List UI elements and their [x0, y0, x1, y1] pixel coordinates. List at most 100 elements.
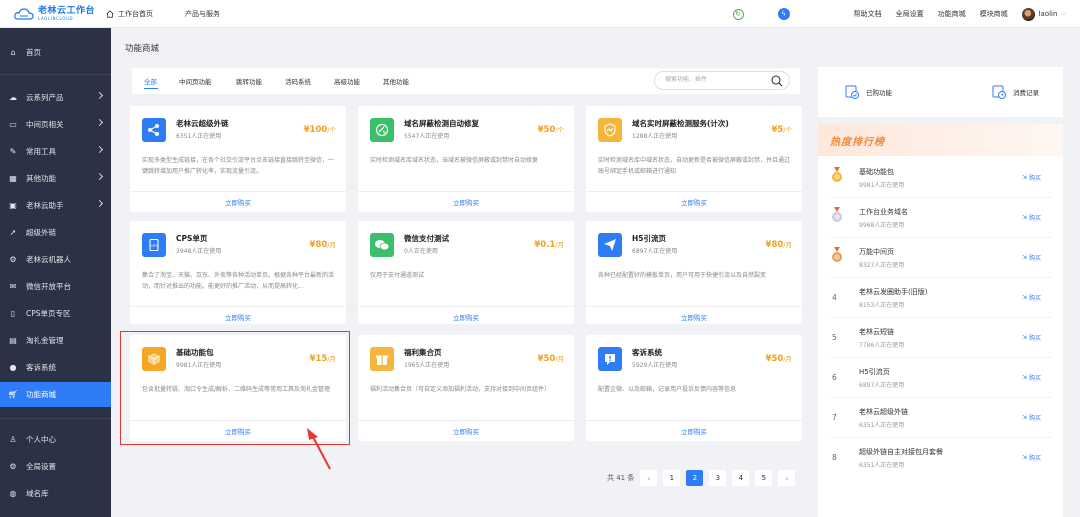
- global-settings-link[interactable]: 全局设置: [896, 9, 924, 19]
- top-nav: 工作台首页 产品与服务: [98, 9, 228, 19]
- buy-now-button[interactable]: 立即购买: [130, 312, 346, 322]
- chevron-left-icon[interactable]: ‹: [640, 470, 658, 486]
- product-card-super-link[interactable]: 老林云超级外链 6351人正在使用 ¥100/个 实现多类型生成链接，在各个社交…: [130, 106, 346, 212]
- lightning-icon[interactable]: ϟ: [777, 8, 790, 20]
- rank-row[interactable]: 5 老林云短链 7786人正在使用 ⇲ 购买: [818, 318, 1063, 358]
- tab-jump[interactable]: 跳转功能: [236, 76, 262, 86]
- page-button[interactable]: 3: [709, 470, 727, 486]
- search-icon[interactable]: [771, 75, 783, 87]
- buy-now-button[interactable]: 立即购买: [358, 312, 574, 322]
- module-mall-link[interactable]: 模块商城: [980, 9, 1008, 19]
- consumption-records-link[interactable]: 消费记录: [991, 84, 1039, 100]
- product-card-h5-page[interactable]: H5引流页 6897人正在使用 ¥80/月 各种已经配置好的模板单页，用户可用于…: [586, 221, 802, 324]
- search-input[interactable]: [665, 76, 765, 83]
- rank-row[interactable]: 7 老林云超级外链 6351人正在使用 ⇲ 购买: [818, 398, 1063, 438]
- account-shortcuts: 已购功能 消费记录: [818, 67, 1063, 117]
- card-title: 微信支付测试: [404, 234, 449, 243]
- rank-buy-button[interactable]: ⇲ 购买: [1022, 333, 1041, 342]
- sidebar-item-tools[interactable]: ✎ 常用工具: [0, 139, 111, 164]
- product-card-wechat-pay[interactable]: 微信支付测试 0人正在使用 ¥0.1/月 仅用于支付通道测试 立即购买: [358, 221, 574, 324]
- repair-icon: [370, 118, 394, 142]
- tab-other[interactable]: 其他功能: [383, 76, 409, 86]
- rank-buy-button[interactable]: ⇲ 购买: [1022, 373, 1041, 382]
- help-docs-link[interactable]: 帮助文档: [854, 9, 882, 19]
- card-price: ¥5/个: [771, 125, 792, 135]
- chevron-right-icon: [95, 172, 104, 181]
- sidebar-item-robot[interactable]: ⚙ 老林云机器人: [0, 247, 111, 272]
- product-card-domain-detect[interactable]: 域名实时屏蔽检测服务(计次) 1288人正在使用 ¥5/个 实时检测域名库中域名…: [586, 106, 802, 212]
- product-card-complaint[interactable]: 客诉系统 5929人正在使用 ¥50/月 配置企微、以及邮箱，记录用户投诉反馈内…: [586, 335, 802, 441]
- sidebar-item-label: 首页: [26, 48, 41, 57]
- rank-row[interactable]: 6 H5引流页 6897人正在使用 ⇲ 购买: [818, 358, 1063, 398]
- product-card-welfare-page[interactable]: 福利集合页 1965人正在使用 ¥50/月 福利活动集合页（可自定义添加福利活动…: [358, 335, 574, 441]
- card-description: 仅用于支付通道测试: [370, 272, 425, 279]
- share-icon: [142, 118, 166, 142]
- sidebar-item-home[interactable]: ⌂ 首页: [0, 40, 111, 65]
- bronze-medal-icon: [832, 247, 842, 262]
- sidebar-item-complaint[interactable]: ● 客诉系统: [0, 355, 111, 380]
- card-price: ¥80/月: [765, 240, 792, 250]
- sidebar-item-settings[interactable]: ⚙ 全局设置: [0, 454, 111, 479]
- sidebar-divider: [0, 74, 111, 75]
- product-card-domain-repair[interactable]: 域名屏蔽检测自动修复 5547人正在使用 ¥50/个 实时检测域名库域名状态，当…: [358, 106, 574, 212]
- refresh-icon[interactable]: ↻: [732, 8, 744, 20]
- card-description: 实时检测域名库中域名状态，自动更新是否被微信屏蔽或封禁，并且通过账号绑定手机或邮…: [598, 157, 791, 175]
- product-card-cps[interactable]: CPS CPS单页 3948人正在使用 ¥80/月 集合了淘宝、天猫、京东、外卖…: [130, 221, 346, 324]
- sidebar-item-middle-page[interactable]: ▭ 中间页相关: [0, 112, 111, 137]
- function-mall-link[interactable]: 功能商城: [938, 9, 966, 19]
- sidebar-item-cps[interactable]: ▯ CPS单页专区: [0, 301, 111, 326]
- sidebar-item-label: 中间页相关: [26, 120, 64, 129]
- buy-now-button[interactable]: 立即购买: [358, 426, 574, 436]
- sidebar-item-super-link[interactable]: ➚ 超级外链: [0, 220, 111, 245]
- tab-live-code[interactable]: 活码系统: [285, 76, 311, 86]
- page-title: 功能商城: [125, 44, 160, 54]
- nav-products[interactable]: 产品与服务: [177, 9, 228, 19]
- tab-middle-page[interactable]: 中间页功能: [179, 76, 212, 86]
- sidebar-item-domains[interactable]: ◍ 域名库: [0, 481, 111, 506]
- card-price: ¥50/个: [537, 125, 564, 135]
- buy-now-button[interactable]: 立即购买: [586, 197, 802, 207]
- page-button-current[interactable]: 2: [686, 470, 704, 486]
- purchased-features-link[interactable]: 已购功能: [844, 84, 892, 100]
- nav-workbench-home[interactable]: 工作台首页: [98, 9, 161, 19]
- rank-row[interactable]: 万能中间页 8327人正在使用 ⇲ 购买: [818, 238, 1063, 278]
- buy-now-button[interactable]: 立即购买: [358, 197, 574, 207]
- sidebar-item-label: 常用工具: [26, 147, 56, 156]
- sidebar-item-assistant[interactable]: ▣ 老林云助手: [0, 193, 111, 218]
- search-box[interactable]: [654, 71, 790, 90]
- cloud-logo-icon: [14, 7, 34, 20]
- sidebar-item-function-mall[interactable]: 🛒︎ 功能商城: [0, 382, 111, 407]
- page-button[interactable]: 5: [755, 470, 773, 486]
- rank-buy-button[interactable]: ⇲ 购买: [1022, 413, 1041, 422]
- sidebar-item-wechat-platform[interactable]: ✉ 微信开放平台: [0, 274, 111, 299]
- tab-advanced[interactable]: 高级功能: [334, 76, 360, 86]
- rank-buy-button[interactable]: ⇲ 购买: [1022, 173, 1041, 182]
- user-menu[interactable]: laolin ⌵: [1021, 7, 1066, 21]
- logo[interactable]: 老林云工作台 LAOLINCLOUD: [0, 0, 110, 28]
- tab-all[interactable]: 全部: [144, 76, 157, 86]
- settings-icon: ⚙: [9, 462, 17, 471]
- rank-row[interactable]: 4 老林云发圈助手(旧版) 8153人正在使用 ⇲ 购买: [818, 278, 1063, 318]
- rank-buy-button[interactable]: ⇲ 购买: [1022, 213, 1041, 222]
- rank-row[interactable]: 工作台业务域名 9968人正在使用 ⇲ 购买: [818, 198, 1063, 238]
- svg-text:CPS: CPS: [151, 244, 159, 248]
- rank-row[interactable]: 基础功能包 9981人正在使用 ⇲ 购买: [818, 158, 1063, 198]
- rank-buy-button[interactable]: ⇲ 购买: [1022, 293, 1041, 302]
- card-title: 老林云超级外链: [176, 119, 229, 128]
- page-button[interactable]: 1: [663, 470, 681, 486]
- buy-now-button[interactable]: 立即购买: [586, 426, 802, 436]
- username: laolin: [1038, 10, 1058, 18]
- sidebar-item-label: 超级外链: [26, 228, 56, 237]
- rank-buy-button[interactable]: ⇲ 购买: [1022, 253, 1041, 262]
- rank-row[interactable]: 8 超级外链自主对接包月套餐 6351人正在使用 ⇲ 购买: [818, 438, 1063, 478]
- sidebar-item-taolijin[interactable]: ▤ 淘礼金管理: [0, 328, 111, 353]
- page-button[interactable]: 4: [732, 470, 750, 486]
- chevron-right-icon[interactable]: ›: [778, 470, 796, 486]
- buy-now-button[interactable]: 立即购买: [586, 312, 802, 322]
- sidebar-item-other[interactable]: ▦ 其他功能: [0, 166, 111, 191]
- buy-now-button[interactable]: 立即购买: [130, 197, 346, 207]
- rank-buy-button[interactable]: ⇲ 购买: [1022, 453, 1041, 462]
- sidebar-item-cloud-products[interactable]: ☁ 云系列产品: [0, 85, 111, 110]
- link-icon: ➚: [9, 228, 17, 237]
- sidebar-item-personal[interactable]: ♙ 个人中心: [0, 427, 111, 452]
